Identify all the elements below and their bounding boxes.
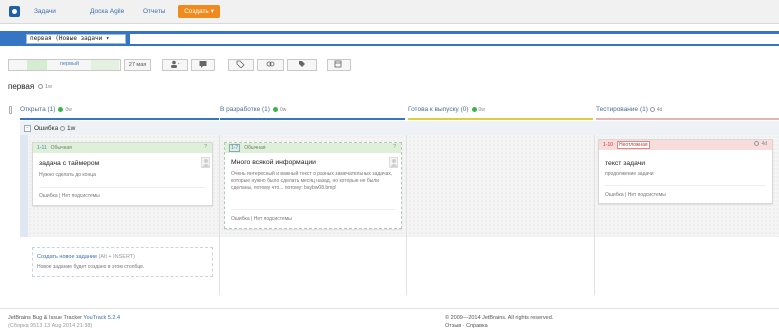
sprint-progress-fill-2 (91, 60, 119, 70)
search-saved-query[interactable]: первая (Новые задачи ▾ (26, 34, 126, 44)
assignee-avatar-icon[interactable] (201, 157, 210, 168)
card-header: 1-11 Обычная (33, 143, 212, 153)
footer-product: JetBrains Bug & Issue Tracker YouTrack 5… (8, 315, 121, 321)
comment-button[interactable] (191, 59, 215, 71)
create-issue-link[interactable]: Создать новое задание (Alt + INSERT) (37, 254, 135, 260)
create-issue-hint: Новое задание будет создано в этом столб… (37, 264, 145, 270)
create-button[interactable]: Создать ▾ (178, 5, 220, 18)
issue-type-subsystem: Ошибка | Нет подсистемы (605, 192, 666, 198)
footer-links[interactable]: Отзыв · Справка (445, 323, 488, 329)
tag-icon (236, 60, 245, 69)
clock-icon (754, 141, 760, 147)
estimate-ok-icon (58, 106, 64, 112)
issue-priority: Обычная (50, 145, 72, 151)
swimlane-toggle[interactable]: − (24, 125, 31, 132)
column-header-in-progress[interactable]: В разработке (1) 0w (220, 106, 286, 113)
footer-divider (0, 308, 779, 309)
column-line-testing (596, 118, 779, 120)
estimate-ok-icon (272, 106, 278, 112)
sprint-time: 1w (38, 84, 52, 90)
issue-id[interactable]: 1-7 (229, 144, 241, 152)
issue-id[interactable]: 1-10 (603, 142, 613, 148)
footer-build: (Сборка 9513 13 Aug 2014 21:38) (8, 323, 93, 329)
clock-icon (649, 106, 655, 112)
issue-title[interactable]: текст задачи (605, 160, 645, 167)
card-header: 1-10 Неотложная (599, 140, 772, 150)
link-button[interactable] (257, 59, 284, 71)
column-separator (594, 135, 595, 295)
column-header-open[interactable]: Открыта (1) 0w (20, 106, 72, 113)
column-line-open (20, 118, 219, 120)
issue-title[interactable]: Много всякой информации (231, 159, 316, 166)
column-separator (219, 135, 220, 295)
calendar-icon (334, 60, 342, 68)
issue-card[interactable]: 1-7 Обычная ? Много всякой информации Оче… (224, 142, 402, 229)
issue-estimate: 4d (754, 141, 767, 147)
issue-description: Нужно сделать до конца (39, 172, 96, 178)
comment-icon (199, 61, 207, 68)
sprint-title: первая (8, 82, 35, 91)
issue-estimate: ? (393, 144, 396, 150)
issue-estimate: ? (204, 144, 207, 150)
issue-card[interactable]: 1-11 Обычная ? задача с таймером Нужно сд… (32, 142, 213, 206)
swimlane-header (20, 121, 779, 135)
tag-icon (299, 61, 305, 67)
user-icon (171, 60, 180, 68)
card-header: 1-7 Обычная (225, 143, 401, 153)
clock-icon (38, 84, 43, 90)
sprint-selected[interactable]: первый (60, 61, 79, 67)
nav-agile-board[interactable]: Доска Agile (90, 8, 124, 15)
date-value: 27 мая (128, 62, 147, 68)
youtrack-logo-icon[interactable] (9, 6, 20, 17)
issue-priority: Неотложная (617, 141, 650, 149)
issue-description: Очень интересный и важный текст о разных… (231, 171, 393, 191)
new-issue-box[interactable] (32, 247, 213, 277)
issue-title[interactable]: задача с таймером (39, 160, 99, 167)
clock-icon (60, 125, 66, 131)
column-header-testing[interactable]: Тестирование (1) 4d (596, 106, 662, 113)
issue-description: продолжение задачи (605, 171, 654, 177)
issue-id[interactable]: 1-11 (37, 145, 47, 151)
column-header-ready[interactable]: Готова к выпуску (0) 0w (408, 106, 485, 113)
assignee-button[interactable] (162, 59, 188, 71)
card-divider (39, 187, 206, 188)
issue-priority: Обычная (244, 145, 266, 151)
link-icon (266, 61, 274, 67)
column-separator (406, 135, 407, 295)
swimlane-title[interactable]: Ошибка 1w (34, 125, 75, 132)
collapse-handle-icon[interactable] (9, 106, 12, 114)
card-divider (605, 185, 766, 186)
tag-filter-button[interactable] (287, 59, 317, 71)
tag-button[interactable] (228, 59, 254, 71)
column-line-in-progress (220, 118, 405, 120)
assignee-avatar-icon[interactable] (389, 157, 398, 168)
nav-issues[interactable]: Задачи (34, 8, 56, 15)
column-line-ready (408, 118, 593, 120)
sprint-progress-fill (27, 60, 47, 70)
footer-copyright: © 2009—2014 JetBrains. All rights reserv… (445, 315, 554, 321)
youtrack-version-link[interactable]: YouTrack 5.2.4 (83, 315, 120, 321)
issue-type-subsystem: Ошибка | Нет подсистемы (231, 216, 292, 222)
estimate-ok-icon (471, 106, 477, 112)
nav-reports[interactable]: Отчеты (143, 8, 165, 15)
calendar-button[interactable] (327, 59, 351, 71)
date-field[interactable]: 27 мая (124, 59, 151, 71)
swimlane-side-bar (20, 135, 28, 237)
issue-card[interactable]: 1-10 Неотложная 4d текст задачи продолжен… (598, 139, 773, 204)
card-divider (231, 209, 395, 210)
issue-type-subsystem: Ошибка | Нет подсистемы (39, 193, 100, 199)
search-input[interactable] (130, 34, 779, 44)
